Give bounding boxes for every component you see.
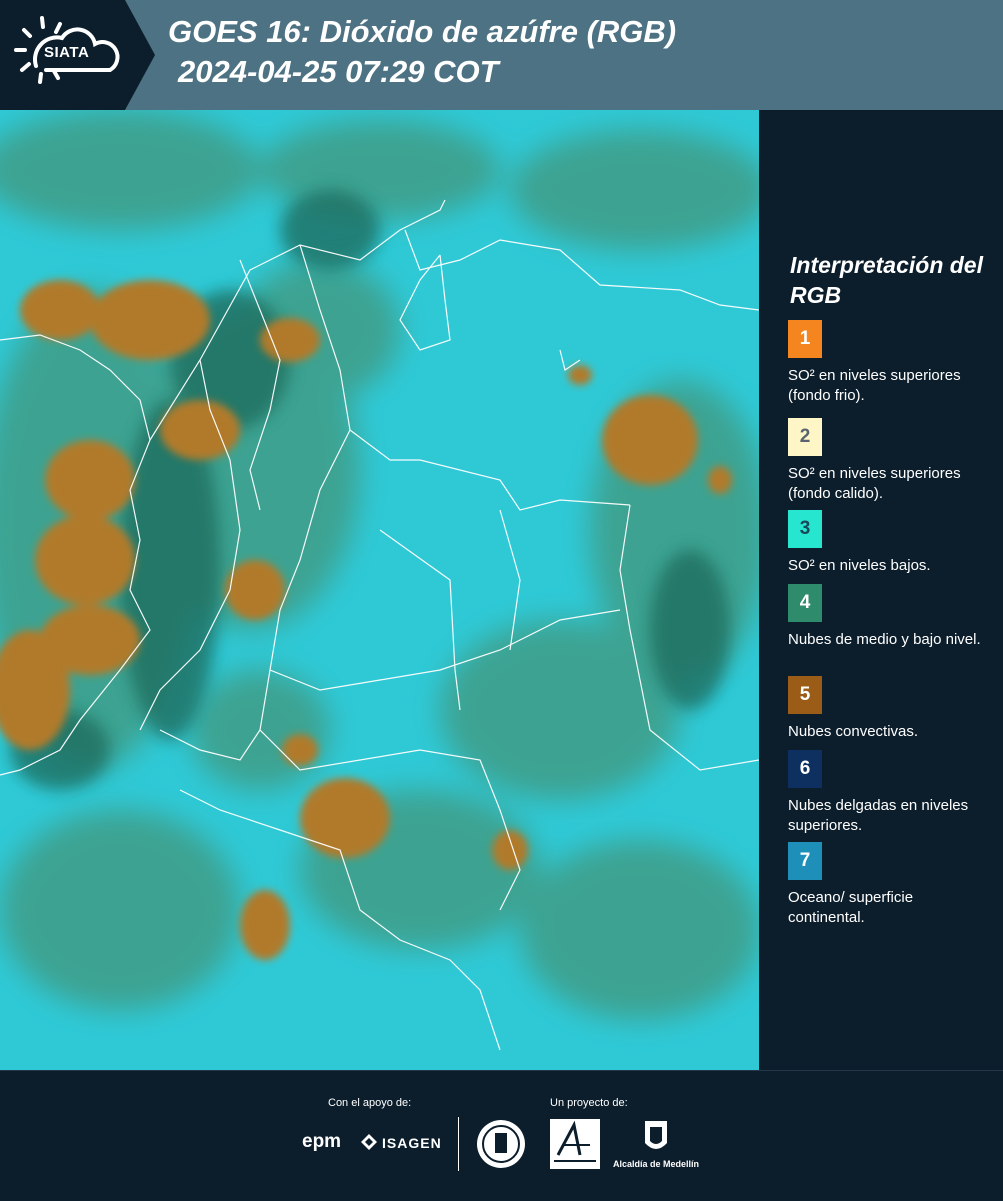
isagen-logo: ISAGEN <box>382 1135 442 1151</box>
legend-label-4: Nubes de medio y bajo nivel. <box>788 631 981 648</box>
legend-swatch-3: 3 <box>788 510 822 548</box>
legend-swatch-4: 4 <box>788 584 822 622</box>
legend-title: Interpretación del RGB <box>790 252 983 308</box>
legend-item-1: 1 SO² en niveles superiores (fondo frio)… <box>788 320 993 406</box>
legend-label-2: SO² en niveles superiores (fondo calido)… <box>788 465 961 502</box>
legend-label-3: SO² en niveles bajos. <box>788 557 931 574</box>
satellite-map <box>0 110 759 1070</box>
page-timestamp: 2024-04-25 07:29 COT <box>178 54 499 89</box>
siata-logo-text: SIATA <box>44 44 90 61</box>
legend-item-5: 5 Nubes convectivas. <box>788 676 993 742</box>
legend-item-4: 4 Nubes de medio y bajo nivel. <box>788 584 993 650</box>
alcaldia-label: Alcaldía de Medellín <box>613 1159 700 1169</box>
legend-swatch-1: 1 <box>788 320 822 358</box>
legend-label-7: Oceano/ superficie continental. <box>788 889 914 926</box>
legend-label-1: SO² en niveles superiores (fondo frio). <box>788 367 961 404</box>
alcaldia-shield-icon <box>645 1121 667 1149</box>
legend-swatch-6: 6 <box>788 750 822 788</box>
medellin-seal-icon <box>477 1120 525 1168</box>
legend-swatch-5: 5 <box>788 676 822 714</box>
legend-label-5: Nubes convectivas. <box>788 723 919 740</box>
epm-logo: epm <box>302 1131 342 1152</box>
legend-panel: Interpretación del RGB 1 SO² en niveles … <box>760 110 1003 1070</box>
siata-logo: SIATA <box>0 0 155 110</box>
header-bar: SIATA GOES 16: Dióxido de azúfre (RGB) 2… <box>0 0 1003 110</box>
legend-item-3: 3 SO² en niveles bajos. <box>788 510 993 576</box>
support-label: Con el apoyo de: <box>328 1097 412 1109</box>
isagen-icon <box>361 1134 377 1150</box>
legend-swatch-2: 2 <box>788 418 822 456</box>
legend-swatch-7: 7 <box>788 842 822 880</box>
project-label: Un proyecto de: <box>550 1097 628 1109</box>
page-title: GOES 16: Dióxido de azúfre (RGB) <box>168 14 677 49</box>
footer: Con el apoyo de: Un proyecto de: epm ISA… <box>0 1070 1003 1201</box>
legend-label-6: Nubes delgadas en niveles superiores. <box>788 797 969 834</box>
legend-item-6: 6 Nubes delgadas en niveles superiores. <box>788 750 993 836</box>
area-metropolitana-logo <box>550 1119 600 1169</box>
footer-divider <box>458 1117 459 1171</box>
legend-item-2: 2 SO² en niveles superiores (fondo calid… <box>788 418 993 504</box>
legend-item-7: 7 Oceano/ superficie continental. <box>788 842 993 928</box>
